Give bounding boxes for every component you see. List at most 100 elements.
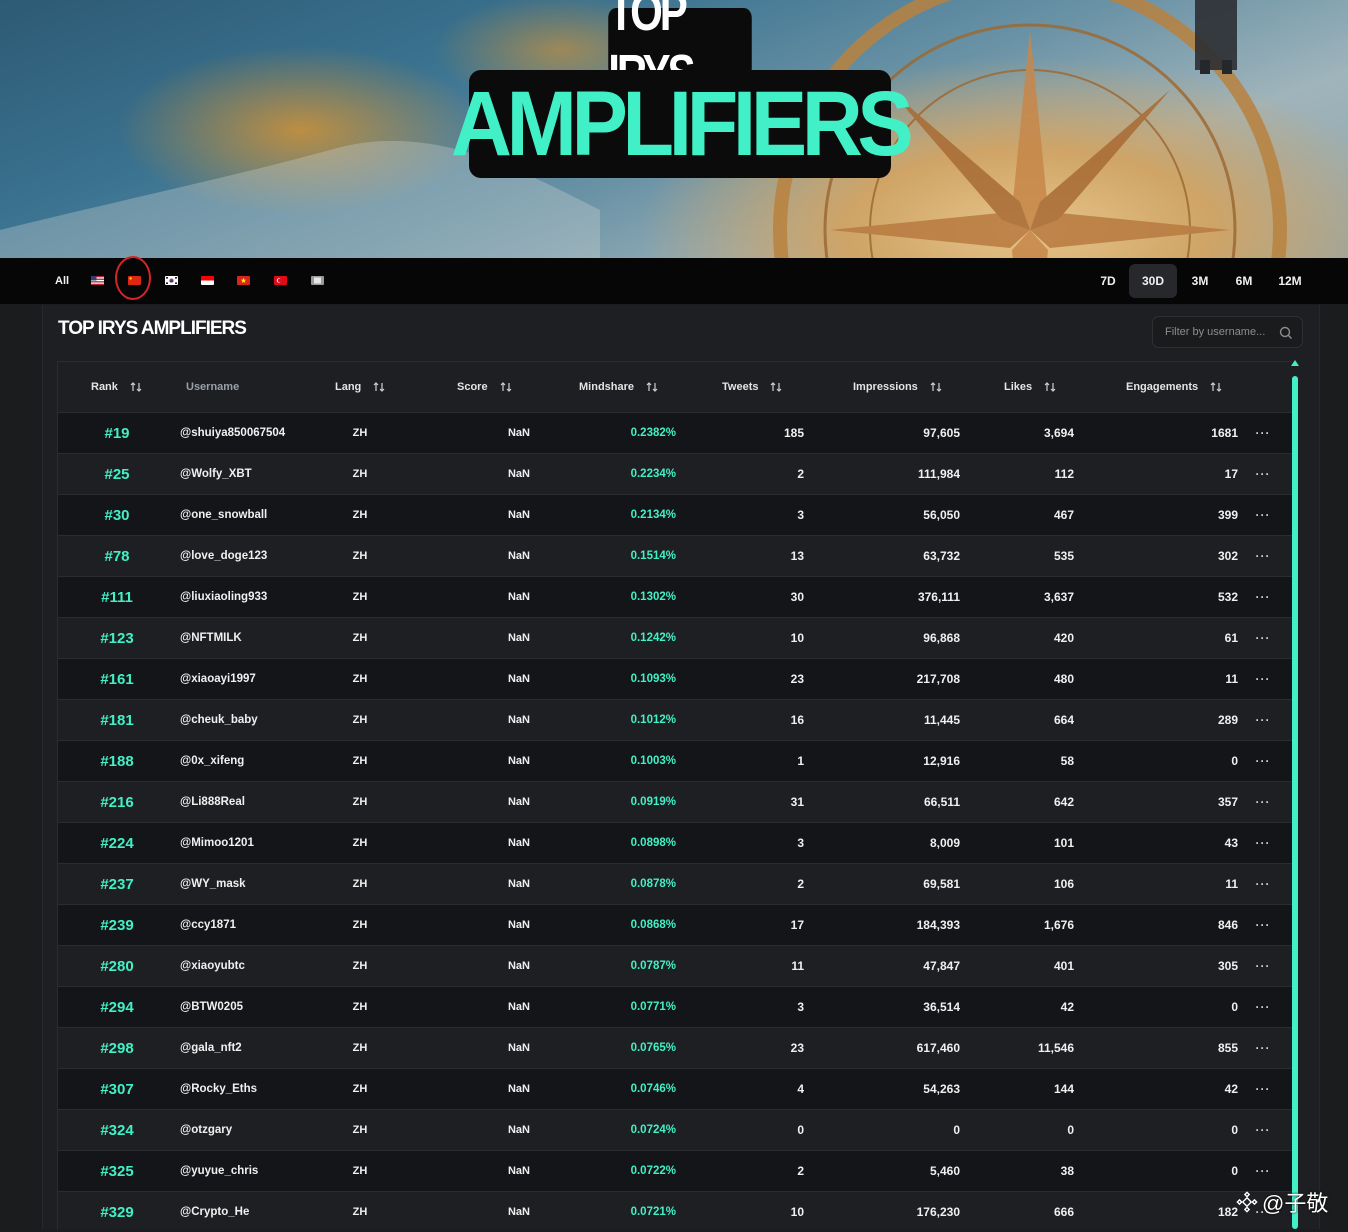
table-row[interactable]: #294 @BTW0205 ZH NaN 0.0771% 3 36,514 42 0 ··· [58, 986, 1292, 1027]
lang-cell: ZH [352, 714, 368, 726]
username-cell[interactable]: @Rocky_Eths [180, 1069, 257, 1109]
table-row[interactable]: #19 @shuiya850067504 ZH NaN 0.2382% 185 97,605… [58, 412, 1292, 453]
search-icon[interactable] [1279, 326, 1293, 340]
username-cell[interactable]: @NFTMILK [180, 618, 242, 658]
table-row[interactable]: #25 @Wolfy_XBT ZH NaN 0.2234% 2 111,984 112 17 ··… [58, 453, 1292, 494]
korea-flag-icon[interactable] [165, 276, 178, 285]
sort-icon[interactable] [500, 381, 512, 393]
table-row[interactable]: #224 @Mimoo1201 ZH NaN 0.0898% 3 8,009 101 43 ··· [58, 822, 1292, 863]
rank-cell: #294 [100, 998, 134, 1016]
table-row[interactable]: #237 @WY_mask ZH NaN 0.0878% 2 69,581 106 11 ··· [58, 863, 1292, 904]
header-rank[interactable]: Rank [91, 362, 142, 412]
more-options-icon[interactable]: ··· [1254, 413, 1272, 453]
more-options-icon[interactable]: ··· [1254, 946, 1272, 986]
more-options-icon[interactable]: ··· [1254, 659, 1272, 699]
period-7d[interactable]: 7D [1094, 264, 1122, 298]
sort-icon[interactable] [1044, 381, 1056, 393]
table-row[interactable]: #239 @ccy1871 ZH NaN 0.0868% 17 184,393 1,676 84… [58, 904, 1292, 945]
username-cell[interactable]: @BTW0205 [180, 987, 243, 1027]
more-options-icon[interactable]: ··· [1254, 1151, 1272, 1191]
period-30d[interactable]: 30D [1129, 264, 1177, 298]
indonesia-flag-icon[interactable] [201, 276, 214, 285]
username-cell[interactable]: @shuiya850067504 [180, 413, 285, 453]
username-cell[interactable]: @liuxiaoling933 [180, 577, 267, 617]
table-row[interactable]: #280 @xiaoyubtc ZH NaN 0.0787% 11 47,847 401 305… [58, 945, 1292, 986]
more-options-icon[interactable]: ··· [1254, 864, 1272, 904]
more-options-icon[interactable]: ··· [1254, 454, 1272, 494]
us-flag-icon[interactable] [91, 276, 104, 285]
period-3m[interactable]: 3M [1184, 264, 1216, 298]
sort-icon[interactable] [130, 381, 142, 393]
header-likes[interactable]: Likes [1004, 362, 1056, 412]
tweets-cell: 16 [790, 713, 804, 727]
table-row[interactable]: #329 @Crypto_He ZH NaN 0.0721% 10 176,230 666 18… [58, 1191, 1292, 1232]
more-options-icon[interactable]: ··· [1254, 577, 1272, 617]
username-cell[interactable]: @ccy1871 [180, 905, 236, 945]
vietnam-flag-icon[interactable] [237, 276, 250, 285]
period-12m[interactable]: 12M [1272, 264, 1308, 298]
username-cell[interactable]: @Crypto_He [180, 1192, 249, 1232]
username-cell[interactable]: @gala_nft2 [180, 1028, 242, 1068]
more-options-icon[interactable]: ··· [1254, 495, 1272, 535]
table-row[interactable]: #307 @Rocky_Eths ZH NaN 0.0746% 4 54,263 144 42 ·… [58, 1068, 1292, 1109]
header-engagements[interactable]: Engagements [1126, 362, 1222, 412]
search-input[interactable] [1163, 325, 1279, 339]
sort-icon[interactable] [646, 381, 658, 393]
username-cell[interactable]: @0x_xifeng [180, 741, 244, 781]
table-row[interactable]: #188 @0x_xifeng ZH NaN 0.1003% 1 12,916 58 0 ··· [58, 740, 1292, 781]
header-username[interactable]: Username [186, 362, 239, 412]
header-mindshare[interactable]: Mindshare [579, 362, 658, 412]
more-options-icon[interactable]: ··· [1254, 782, 1272, 822]
table-row[interactable]: #181 @cheuk_baby ZH NaN 0.1012% 16 11,445 664 28… [58, 699, 1292, 740]
username-cell[interactable]: @otzgary [180, 1110, 232, 1150]
more-options-icon[interactable]: ··· [1254, 905, 1272, 945]
table-row[interactable]: #111 @liuxiaoling933 ZH NaN 0.1302% 30 376,111… [58, 576, 1292, 617]
username-cell[interactable]: @WY_mask [180, 864, 246, 904]
username-cell[interactable]: @cheuk_baby [180, 700, 258, 740]
username-cell[interactable]: @xiaoyubtc [180, 946, 245, 986]
username-cell[interactable]: @one_snowball [180, 495, 267, 535]
more-options-icon[interactable]: ··· [1254, 700, 1272, 740]
table-row[interactable]: #325 @yuyue_chris ZH NaN 0.0722% 2 5,460 38 0 ··· [58, 1150, 1292, 1191]
username-cell[interactable]: @xiaoayi1997 [180, 659, 256, 699]
more-options-icon[interactable]: ··· [1254, 1069, 1272, 1109]
sort-icon[interactable] [373, 381, 385, 393]
username-cell[interactable]: @yuyue_chris [180, 1151, 258, 1191]
more-options-icon[interactable]: ··· [1254, 536, 1272, 576]
table-row[interactable]: #298 @gala_nft2 ZH NaN 0.0765% 23 617,460 11,54… [58, 1027, 1292, 1068]
header-score[interactable]: Score [457, 362, 512, 412]
table-row[interactable]: #161 @xiaoayi1997 ZH NaN 0.1093% 23 217,708 480… [58, 658, 1292, 699]
table-row[interactable]: #78 @love_doge123 ZH NaN 0.1514% 13 63,732 535 3… [58, 535, 1292, 576]
table-row[interactable]: #324 @otzgary ZH NaN 0.0724% 0 0 0 0 ··· [58, 1109, 1292, 1150]
other-flag-icon[interactable] [311, 276, 324, 285]
hero-title-top: TOP IRYS [608, 0, 752, 104]
more-options-icon[interactable]: ··· [1254, 1028, 1272, 1068]
more-options-icon[interactable]: ··· [1254, 987, 1272, 1027]
turkey-flag-icon[interactable] [274, 276, 287, 285]
sort-icon[interactable] [1210, 381, 1222, 393]
score-cell: NaN [507, 960, 530, 972]
score-cell: NaN [507, 509, 530, 521]
table-row[interactable]: #30 @one_snowball ZH NaN 0.2134% 3 56,050 467 39… [58, 494, 1292, 535]
table-row[interactable]: #123 @NFTMILK ZH NaN 0.1242% 10 96,868 420 61 ··· [58, 617, 1292, 658]
search-box[interactable] [1152, 316, 1303, 348]
username-cell[interactable]: @Wolfy_XBT [180, 454, 252, 494]
username-cell[interactable]: @Li888Real [180, 782, 245, 822]
header-impressions[interactable]: Impressions [853, 362, 942, 412]
more-options-icon[interactable]: ··· [1254, 1110, 1272, 1150]
period-6m[interactable]: 6M [1228, 264, 1260, 298]
more-options-icon[interactable]: ··· [1254, 618, 1272, 658]
lang-filter-all[interactable]: All [55, 258, 69, 304]
username-cell[interactable]: @Mimoo1201 [180, 823, 254, 863]
rank-cell: #123 [100, 629, 134, 647]
scrollbar-thumb[interactable] [1292, 376, 1298, 1229]
scroll-up-arrow-icon[interactable] [1290, 359, 1300, 367]
header-lang[interactable]: Lang [335, 362, 385, 412]
more-options-icon[interactable]: ··· [1254, 741, 1272, 781]
more-options-icon[interactable]: ··· [1254, 823, 1272, 863]
header-tweets[interactable]: Tweets [722, 362, 782, 412]
table-row[interactable]: #216 @Li888Real ZH NaN 0.0919% 31 66,511 642 357… [58, 781, 1292, 822]
username-cell[interactable]: @love_doge123 [180, 536, 267, 576]
sort-icon[interactable] [770, 381, 782, 393]
sort-icon[interactable] [930, 381, 942, 393]
